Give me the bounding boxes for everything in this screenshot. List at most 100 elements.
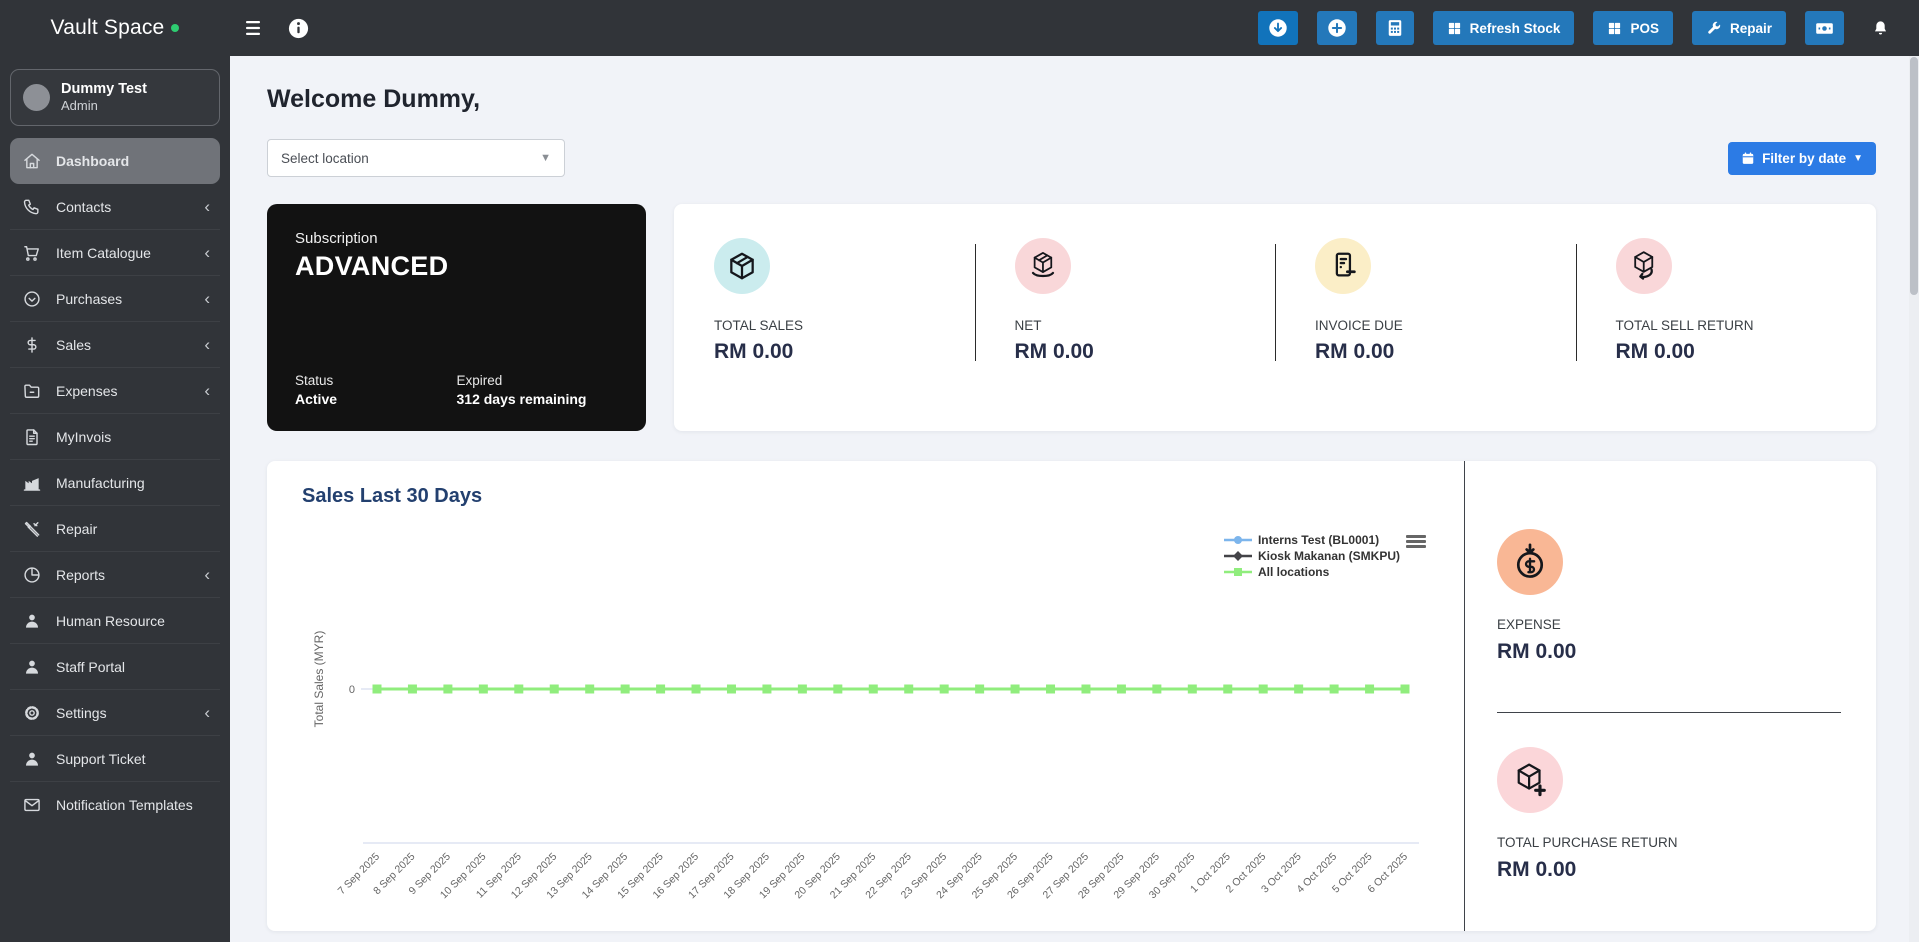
sidebar-item-myinvois[interactable]: MyInvois [10,414,220,461]
sidebar-item-label: Dashboard [56,152,130,169]
package-return-icon [1615,238,1672,294]
side-stat-value: RM 0.00 [1497,640,1577,663]
location-select[interactable]: Select location ▼ [267,139,565,177]
sidebar-item-label: Item Catalogue [56,244,151,261]
filter-by-date-label: Filter by date [1762,150,1847,166]
sidebar-item-label: Purchases [56,290,123,307]
scrollbar[interactable] [1909,56,1919,942]
sidebar-item-repair[interactable]: Repair [10,506,220,553]
bell-icon [1871,19,1890,38]
dollar-icon [22,335,42,355]
avatar [23,84,50,111]
stat-net: NET RM 0.00 [974,204,1276,431]
calculator-button[interactable] [1375,11,1414,45]
scrollbar-thumb[interactable] [1910,57,1918,295]
side-stat-label: TOTAL PURCHASE RETURN [1497,835,1678,850]
subscription-card: Subscription ADVANCED Status Active Expi… [267,204,646,431]
sidebar-item-purchases[interactable]: Purchases ‹ [10,276,220,323]
svg-text:Total Sales (MYR): Total Sales (MYR) [312,631,326,728]
sidebar-item-manufacturing[interactable]: Manufacturing [10,460,220,507]
stat-value: RM 0.00 [714,340,794,363]
stat-total-sales: TOTAL SALES RM 0.00 [674,204,975,431]
side-stats-pane: EXPENSE RM 0.00 TOTAL PURCHASE RETURN RM 0.… [1464,461,1876,931]
stat-label: NET [1014,318,1042,333]
calculator-icon [1385,18,1405,38]
sales-chart-card: Sales Last 30 Days Interns Test (BL0001)… [267,461,1876,931]
brand: Vault Space [0,0,230,56]
user-role: Admin [61,98,98,114]
sidebar-item-contacts[interactable]: Contacts ‹ [10,184,220,231]
chevron-left-icon: ‹ [204,197,210,217]
file-invoice-icon [22,427,42,447]
sidebar-item-item-catalogue[interactable]: Item Catalogue ‹ [10,230,220,277]
circle-down-icon [1267,17,1289,39]
sidebar-item-sales[interactable]: Sales ‹ [10,322,220,369]
sidebar-item-expenses[interactable]: Expenses ‹ [10,368,220,415]
sidebar-item-notification-templates[interactable]: Notification Templates [10,782,220,828]
user-card[interactable]: Dummy Test Admin [10,69,220,127]
info-icon[interactable] [287,17,310,40]
sidebar: Dummy Test Admin Dashboard Contacts ‹ Item … [0,56,230,942]
chevron-left-icon: ‹ [204,703,210,723]
stat-value: RM 0.00 [1315,340,1395,363]
grid-icon [1607,21,1622,36]
user-name: Dummy Test [61,81,147,97]
package-net-icon [1014,238,1071,294]
circle-plus-icon [1326,17,1348,39]
chevron-left-icon: ‹ [204,289,210,309]
svg-text:0: 0 [349,684,355,696]
refresh-stock-button[interactable]: Refresh Stock [1432,11,1575,45]
sidebar-item-label: Manufacturing [56,474,145,491]
top-navbar: Vault Space Refresh Stock POS Repair [0,0,1919,56]
sidebar-item-support-ticket[interactable]: Support Ticket [10,736,220,783]
grid-icon [1447,21,1462,36]
phone-icon [22,197,42,217]
divider [1497,712,1841,713]
side-stat-total-purchase-return: TOTAL PURCHASE RETURN RM 0.00 [1497,747,1846,882]
refresh-stock-button-label: Refresh Stock [1469,20,1561,36]
add-button[interactable] [1316,11,1357,45]
stat-label: INVOICE DUE [1315,318,1403,333]
subscription-expiry-value: 312 days remaining [456,391,587,407]
cart-icon [22,243,42,263]
home-icon [22,151,42,171]
sidebar-item-settings[interactable]: Settings ‹ [10,690,220,737]
sidebar-item-label: Notification Templates [56,797,193,814]
sidebar-item-reports[interactable]: Reports ‹ [10,552,220,599]
sidebar-item-dashboard[interactable]: Dashboard [10,138,220,185]
repair-button[interactable]: Repair [1691,11,1786,45]
wrench-icon [1706,20,1722,36]
stat-label: TOTAL SELL RETURN [1615,318,1754,333]
user-icon [22,611,42,631]
sidebar-item-human-resource[interactable]: Human Resource [10,598,220,645]
cash-button[interactable] [1805,11,1844,45]
invoice-icon [1315,238,1371,294]
download-button[interactable] [1257,11,1298,45]
main-content: Welcome Dummy, Select location ▼ Filter … [230,56,1919,942]
sidebar-toggle-button[interactable] [246,20,265,36]
subscription-status-label: Status [295,373,334,388]
stat-value: RM 0.00 [1615,340,1695,363]
sidebar-item-label: Reports [56,566,106,583]
notifications-button[interactable] [1863,11,1897,45]
side-stat-expense: EXPENSE RM 0.00 [1497,529,1846,664]
tools-icon [22,519,42,539]
chart-plot-area: Total Sales (MYR) 07 Sep 20258 Sep 20259 … [312,631,1419,901]
user-icon [22,657,42,677]
pos-button[interactable]: POS [1593,11,1673,45]
stat-value: RM 0.00 [1014,340,1094,363]
online-status-dot [171,24,180,32]
folder-icon [22,381,42,401]
sidebar-item-label: Contacts [56,198,112,215]
subscription-label: Subscription [295,230,378,247]
sidebar-item-staff-portal[interactable]: Staff Portal [10,644,220,691]
chevron-left-icon: ‹ [204,381,210,401]
pos-button-label: POS [1630,20,1659,36]
stat-total-sell-return: TOTAL SELL RETURN RM 0.00 [1575,204,1877,431]
expense-icon [1497,529,1563,595]
chart-pie-icon [22,565,42,585]
calendar-icon [1742,152,1754,164]
filter-by-date-button[interactable]: Filter by date ▼ [1728,141,1876,175]
sidebar-item-label: Settings [56,704,107,721]
location-select-value: Select location [281,150,369,166]
